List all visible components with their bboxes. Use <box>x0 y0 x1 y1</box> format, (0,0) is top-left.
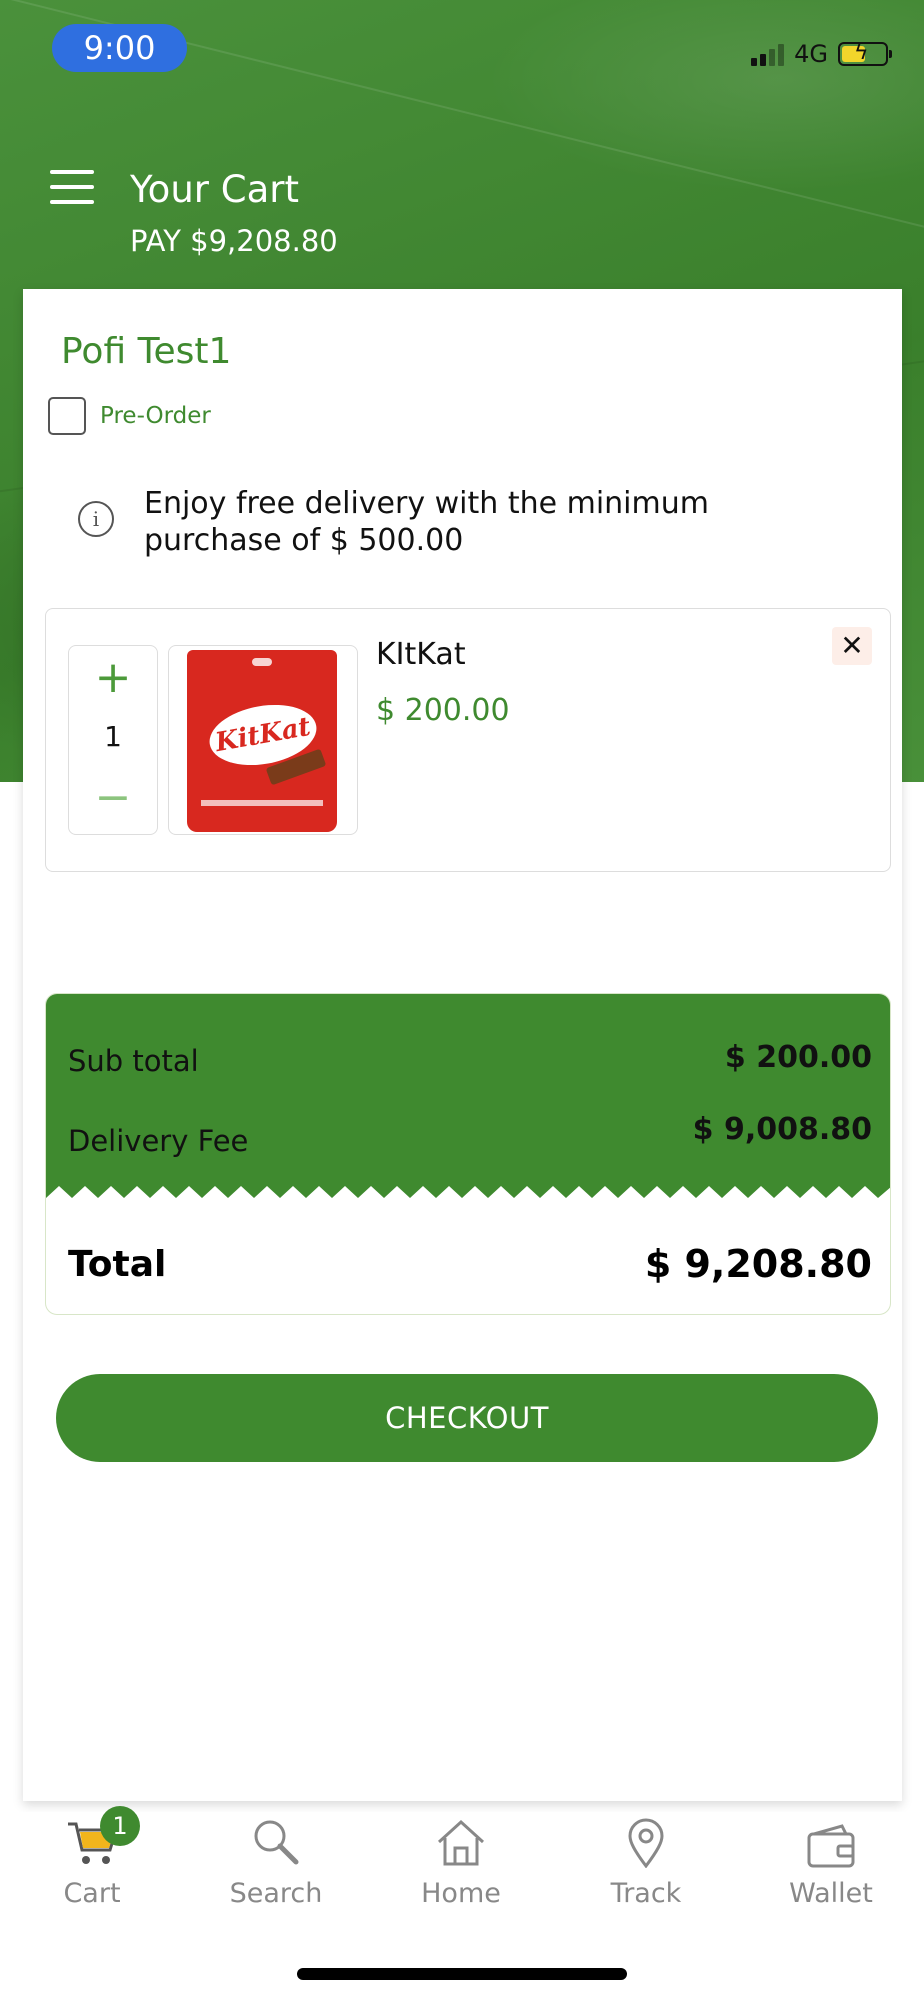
nav-cart[interactable]: 1 Cart <box>12 1806 172 1909</box>
quantity-stepper: + 1 − <box>68 645 158 835</box>
product-name: KItKat <box>376 637 466 672</box>
status-indicators: 4G ϟ <box>751 40 892 68</box>
info-icon: i <box>78 501 114 537</box>
bottom-navigation: 1 Cart Search Home Track Wallet <box>0 1806 924 1932</box>
nav-search[interactable]: Search <box>196 1812 356 1909</box>
delivery-fee-label: Delivery Fee <box>68 1124 249 1158</box>
order-summary: Sub total $ 200.00 Delivery Fee $ 9,008.… <box>45 993 891 1315</box>
quantity-value: 1 <box>104 720 122 753</box>
menu-button[interactable] <box>50 170 94 204</box>
preorder-toggle[interactable]: Pre-Order <box>48 397 211 435</box>
cart-item: + 1 − KitKat KItKat $ 200.00 ✕ <box>45 608 891 872</box>
increase-quantity-button[interactable]: + <box>69 652 157 704</box>
product-image[interactable]: KitKat <box>168 645 358 835</box>
checkout-button[interactable]: CHECKOUT <box>56 1374 878 1462</box>
nav-home-label: Home <box>421 1878 501 1909</box>
cart-card: Pofi Test1 Pre-Order i Enjoy free delive… <box>23 289 902 1801</box>
subtotal-value: $ 200.00 <box>724 1040 872 1075</box>
decrease-quantity-button[interactable]: − <box>69 772 157 824</box>
wallet-icon <box>751 1812 911 1868</box>
product-price: $ 200.00 <box>376 693 510 728</box>
remove-item-button[interactable]: ✕ <box>832 627 872 665</box>
cart-badge: 1 <box>100 1806 140 1846</box>
page-title: Your Cart <box>130 168 299 211</box>
preorder-label: Pre-Order <box>100 403 211 429</box>
location-pin-icon <box>566 1812 726 1868</box>
home-indicator[interactable] <box>297 1968 627 1980</box>
free-delivery-notice: i Enjoy free delivery with the minimum p… <box>78 485 764 559</box>
store-name: Pofi Test1 <box>61 331 232 372</box>
nav-track-label: Track <box>610 1878 682 1909</box>
pay-amount: PAY $9,208.80 <box>130 224 338 258</box>
home-icon <box>381 1812 541 1868</box>
delivery-fee-value: $ 9,008.80 <box>692 1112 872 1147</box>
nav-wallet-label: Wallet <box>789 1878 873 1909</box>
preorder-checkbox[interactable] <box>48 397 86 435</box>
search-icon <box>196 1812 356 1868</box>
total-label: Total <box>68 1244 167 1285</box>
summary-header <box>46 994 890 1198</box>
total-value: $ 9,208.80 <box>644 1242 872 1286</box>
nav-cart-label: Cart <box>63 1878 121 1909</box>
nav-track[interactable]: Track <box>566 1812 726 1909</box>
nav-wallet[interactable]: Wallet <box>751 1812 911 1909</box>
status-time: 9:00 <box>52 24 187 72</box>
nav-search-label: Search <box>229 1878 323 1909</box>
cart-icon: 1 <box>12 1806 172 1868</box>
battery-icon: ϟ <box>838 40 892 66</box>
nav-home[interactable]: Home <box>381 1812 541 1909</box>
signal-icon <box>751 42 785 66</box>
zigzag-divider <box>46 1186 890 1210</box>
network-label: 4G <box>794 40 828 68</box>
subtotal-label: Sub total <box>68 1044 199 1078</box>
notice-text: Enjoy free delivery with the minimum pur… <box>144 486 709 558</box>
